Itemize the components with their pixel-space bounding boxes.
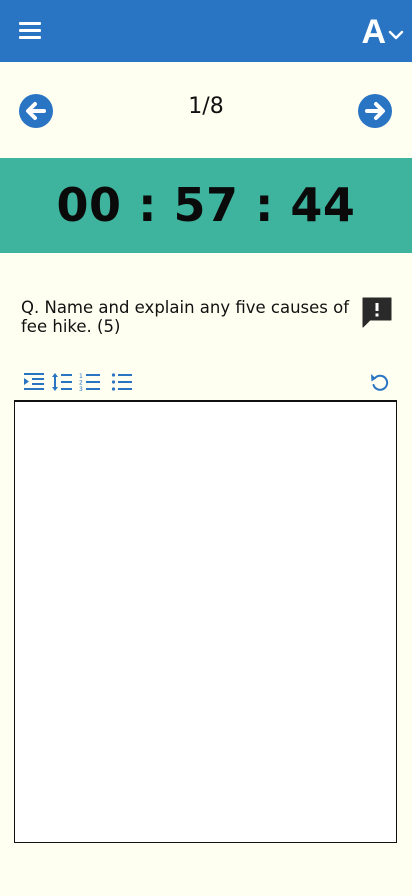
question-navigation: 1/8 <box>0 62 412 158</box>
report-flag-icon[interactable] <box>360 295 394 329</box>
line-spacing-icon[interactable] <box>51 371 73 393</box>
countdown-timer: 00 : 57 : 44 <box>56 177 356 232</box>
arrow-right-circle-icon[interactable] <box>357 93 393 129</box>
numbered-list-icon[interactable]: 1 2 3 <box>79 371 101 393</box>
timer-bar: 00 : 57 : 44 <box>0 158 412 253</box>
svg-text:3: 3 <box>79 386 83 393</box>
chevron-down-icon <box>388 30 404 40</box>
question-text: Q. Name and explain any five causes of f… <box>21 298 350 336</box>
top-app-bar: A <box>0 0 412 62</box>
answer-textarea[interactable] <box>14 400 397 843</box>
font-size-label: A <box>361 13 386 51</box>
question-counter: 1/8 <box>188 94 224 119</box>
bullet-list-icon[interactable] <box>111 371 133 393</box>
font-size-switch[interactable]: A <box>361 12 404 52</box>
indent-icon[interactable] <box>23 371 45 393</box>
hamburger-icon[interactable] <box>19 22 41 40</box>
editor-toolbar: 1 2 3 <box>23 371 139 393</box>
undo-icon[interactable] <box>369 371 391 393</box>
